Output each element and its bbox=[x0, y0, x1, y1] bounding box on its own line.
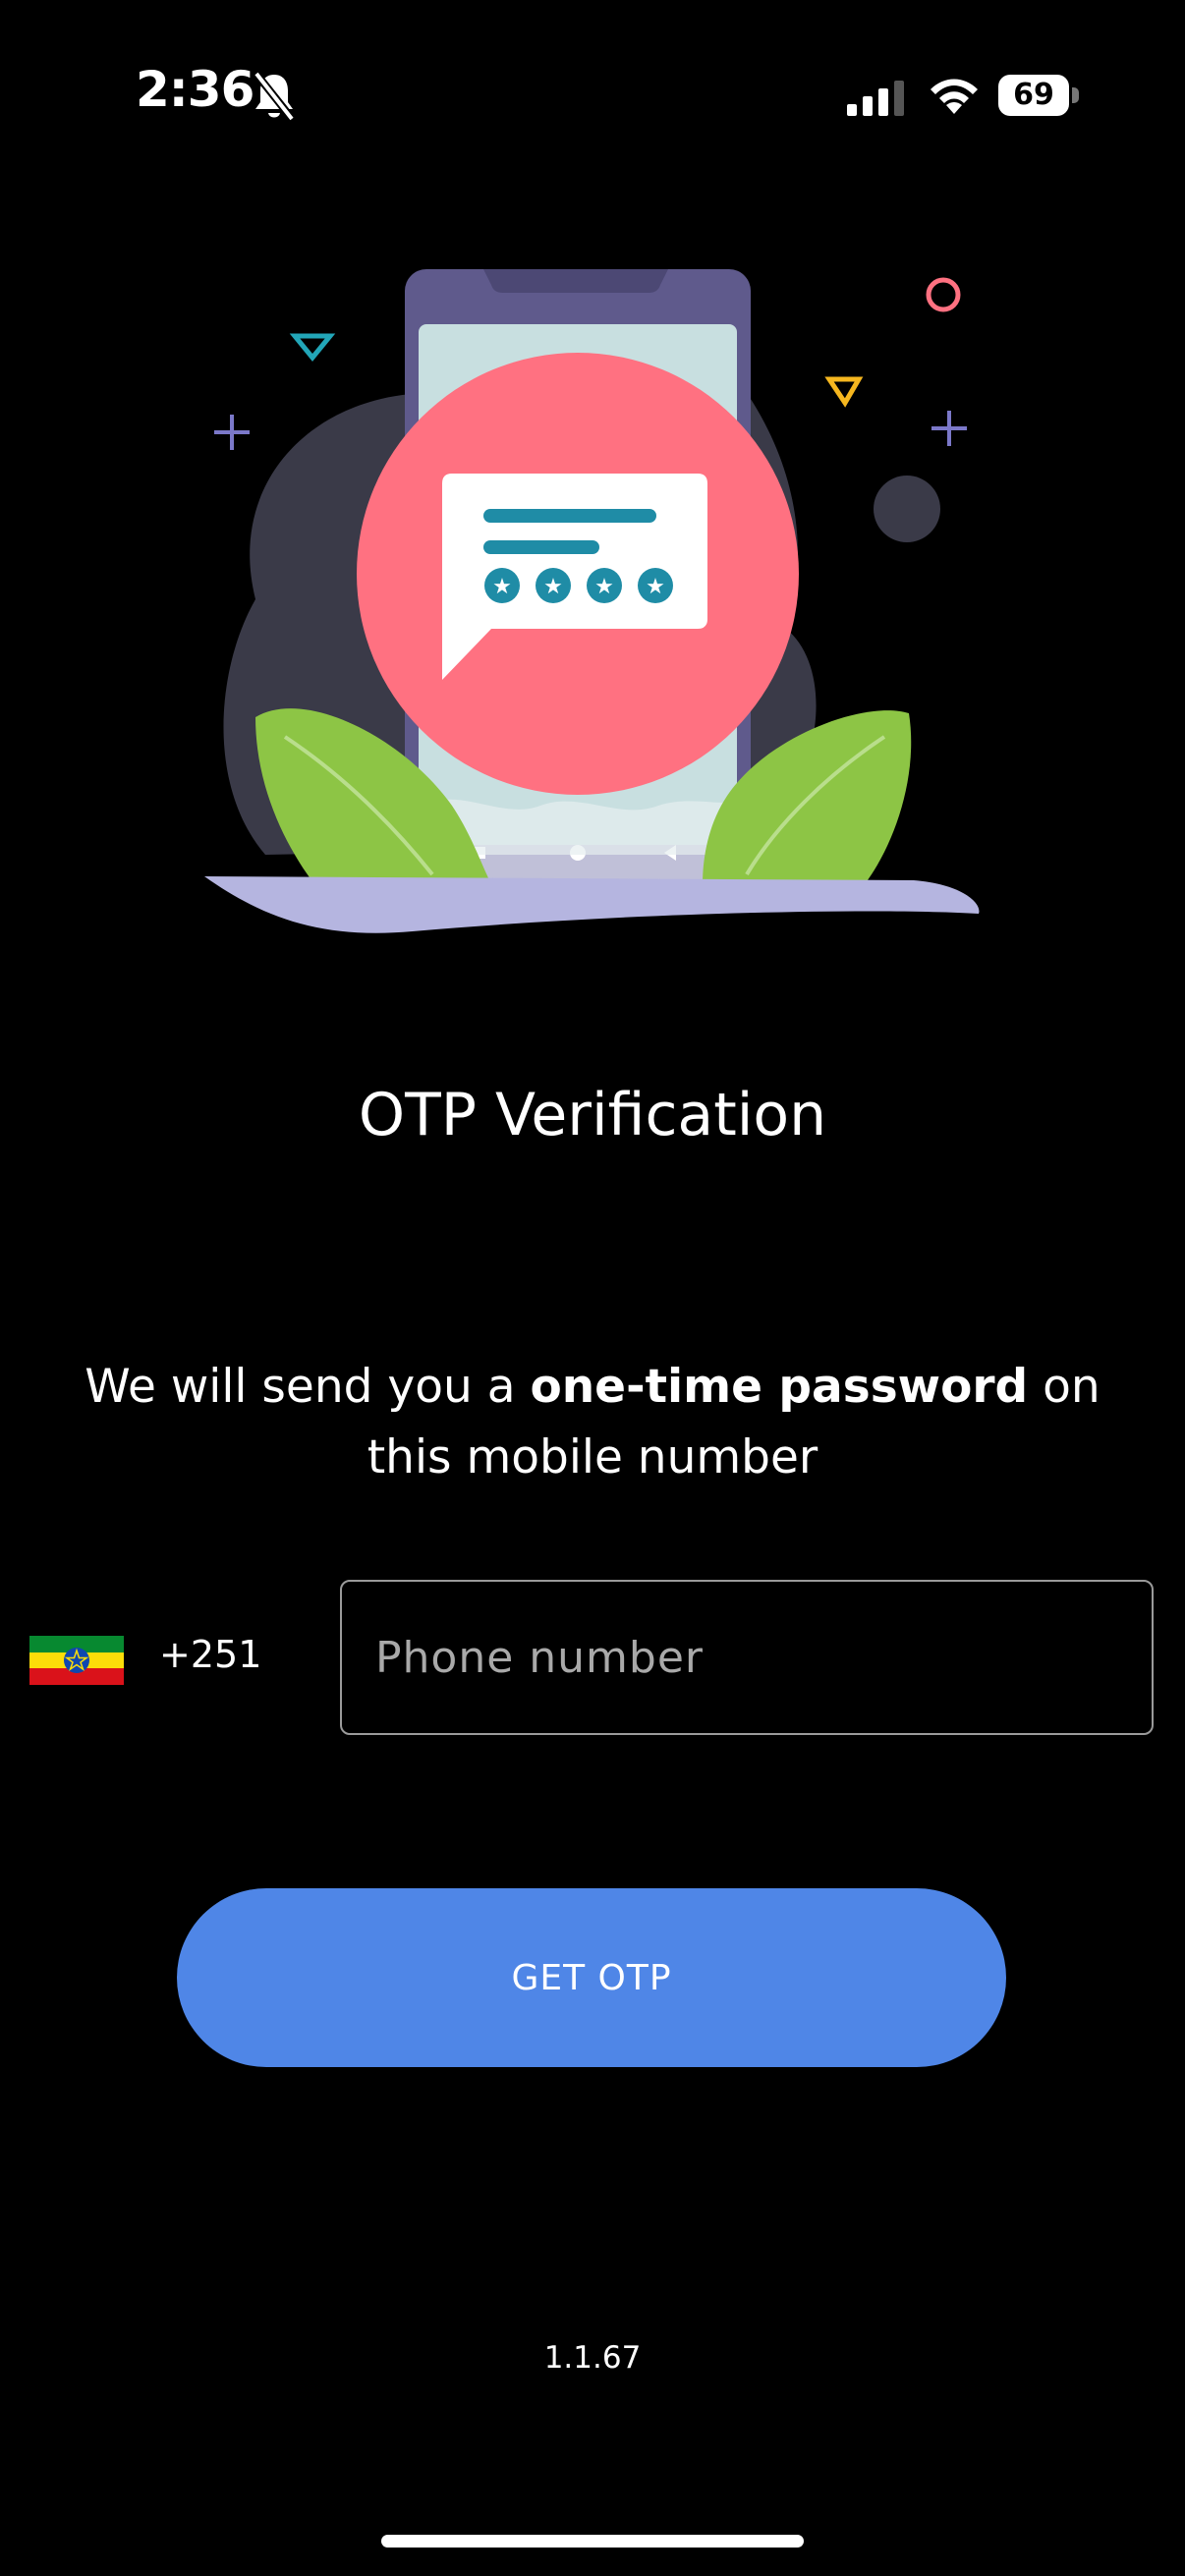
battery-icon: 69 bbox=[998, 75, 1079, 116]
cellular-signal-icon bbox=[847, 81, 904, 116]
ground-base bbox=[204, 876, 980, 933]
otp-description: We will send you a one-time password on … bbox=[59, 1352, 1126, 1493]
triangle-icon bbox=[289, 333, 336, 362]
phone-number-input[interactable] bbox=[340, 1580, 1154, 1735]
otp-illustration: ★ ★ ★ ★ bbox=[204, 269, 980, 933]
status-time: 2:36 bbox=[136, 61, 254, 118]
app-version: 1.1.67 bbox=[543, 2340, 642, 2376]
triangle-icon bbox=[824, 376, 864, 408]
battery-level: 69 bbox=[998, 75, 1069, 116]
plus-icon bbox=[214, 415, 250, 450]
country-code[interactable]: +251 bbox=[159, 1633, 261, 1676]
password-star: ★ bbox=[492, 575, 512, 599]
password-star: ★ bbox=[543, 575, 563, 599]
description-emphasis: one-time password bbox=[530, 1360, 1029, 1414]
home-indicator[interactable] bbox=[381, 2535, 804, 2548]
password-star: ★ bbox=[646, 575, 665, 599]
password-star: ★ bbox=[594, 575, 614, 599]
wifi-icon bbox=[931, 79, 978, 114]
ethiopia-flag-icon[interactable] bbox=[29, 1636, 124, 1685]
circle-icon bbox=[926, 277, 961, 312]
plus-icon bbox=[931, 411, 967, 446]
description-text: We will send you a bbox=[85, 1360, 531, 1414]
decor-dot bbox=[874, 476, 940, 542]
page-title: OTP Verification bbox=[358, 1081, 827, 1149]
get-otp-button[interactable]: GET OTP bbox=[177, 1888, 1006, 2067]
bell-slash-icon bbox=[252, 71, 297, 122]
